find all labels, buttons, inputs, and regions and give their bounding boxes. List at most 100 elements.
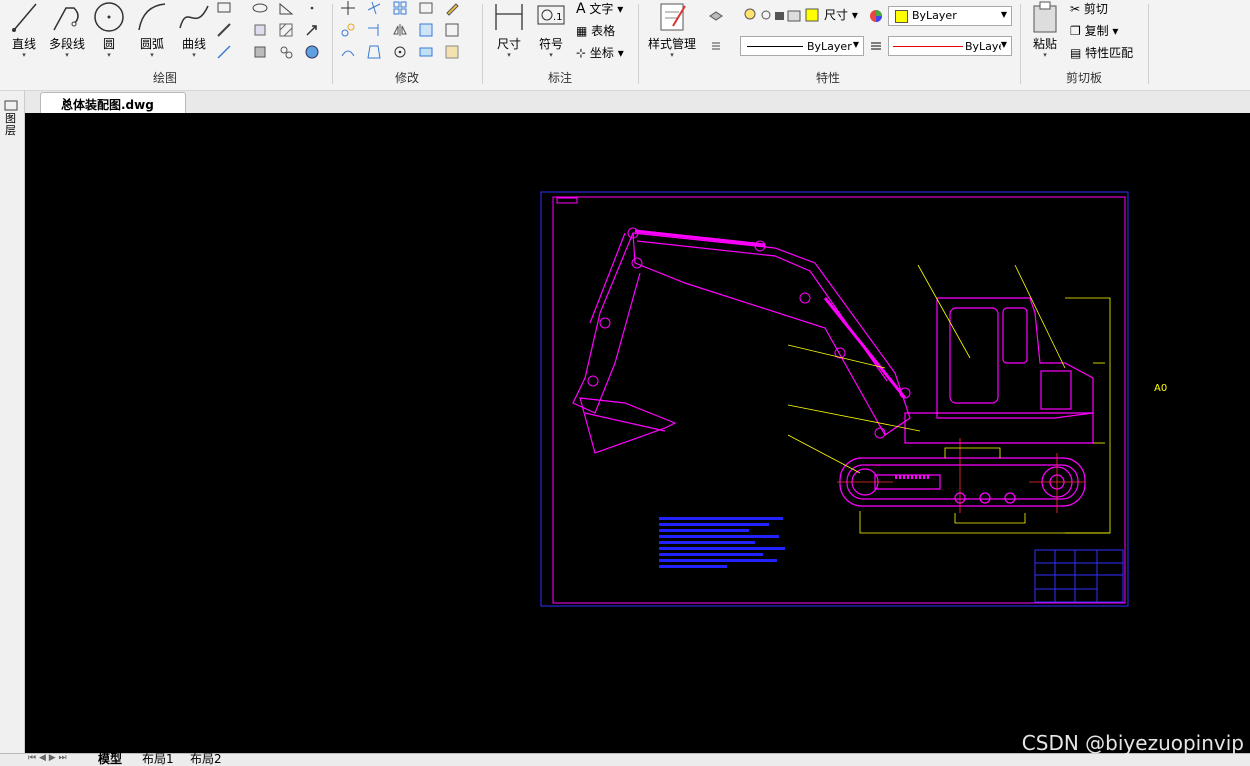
tab-layout2[interactable]: 布局2 [190, 753, 222, 766]
copy-button[interactable]: ❐ 复制 ▾ [1070, 22, 1118, 39]
arc-icon [138, 3, 166, 31]
layer-state-icons[interactable] [742, 6, 822, 27]
symbol-button[interactable]: .1 符号 ▾ [534, 0, 568, 59]
copy-object-icon[interactable] [340, 22, 356, 38]
drawing-canvas[interactable]: A0 [25, 113, 1250, 753]
lineweight-icon[interactable] [868, 38, 884, 54]
layer-panel-icon[interactable] [2, 99, 22, 113]
close-icon[interactable]: × [61, 95, 180, 110]
edit-icon[interactable] [444, 0, 460, 16]
line-button[interactable]: 直线 ▾ [6, 0, 42, 59]
chevron-down-icon: ▼ [1000, 40, 1007, 49]
color-wheel-icon[interactable] [868, 8, 884, 24]
construction-line-icon[interactable] [216, 22, 232, 38]
hatch-icon[interactable] [278, 22, 294, 38]
polyline-button[interactable]: 多段线 ▾ [46, 0, 88, 59]
array-icon[interactable] [392, 0, 408, 16]
chamfer-icon[interactable] [278, 0, 294, 16]
table-button[interactable]: ▦ 表格 [576, 22, 615, 39]
size-dropdown[interactable]: 尺寸 ▾ [824, 6, 858, 23]
separator [332, 4, 333, 84]
centre-lines [837, 438, 1085, 513]
paste-icon [1033, 1, 1057, 33]
tab-nav-arrows-icon[interactable]: ⏮ ◀ ▶ ⏭ [28, 753, 67, 763]
move-icon[interactable] [340, 0, 356, 16]
ribbon: 直线 ▾ 多段线 ▾ 圆 ▾ 圆弧 ▾ 曲线 ▾ 绘图 修改 尺寸 ▾ .1 符… [0, 0, 1250, 91]
modify-group-label: 修改 [394, 71, 419, 85]
separator [638, 4, 639, 84]
linetype-preview [747, 46, 803, 47]
text-icon: A [576, 1, 586, 17]
separator [1020, 4, 1021, 84]
ellipse-icon[interactable] [252, 0, 268, 16]
dimensions [787, 264, 1111, 534]
break-icon[interactable] [366, 44, 382, 60]
stretch-icon[interactable] [418, 0, 434, 16]
arc-button[interactable]: 圆弧 ▾ [134, 0, 170, 59]
arc-label: 圆弧 [139, 37, 164, 51]
line-list-icon[interactable] [708, 38, 724, 54]
offset-icon[interactable] [340, 44, 356, 60]
point-icon[interactable] [304, 0, 320, 16]
curve-icon [179, 5, 209, 29]
linetype-combo[interactable]: ByLayer ▼ [740, 36, 864, 56]
symbol-icon: .1 [537, 5, 565, 25]
cad-drawing[interactable]: A0 [25, 113, 1250, 753]
coordinate-button[interactable]: ⊹ 坐标 ▾ [576, 44, 624, 61]
sheet-size-label: A0 [1154, 383, 1167, 394]
arrow-icon[interactable] [304, 22, 320, 38]
text-button[interactable]: A 文字 ▾ [576, 0, 623, 17]
group-icon[interactable] [278, 44, 294, 60]
layer-properties-icon[interactable] [708, 8, 724, 24]
circle-button[interactable]: 圆 ▾ [92, 0, 126, 59]
extend-icon[interactable] [366, 22, 382, 38]
explode-icon[interactable] [444, 22, 460, 38]
file-tab[interactable]: 总体装配图.dwg × [40, 92, 186, 114]
style-manager-label: 样式管理 [647, 37, 696, 51]
fillet-icon[interactable] [444, 44, 460, 60]
dimension-icon [495, 4, 523, 30]
svg-text:.1: .1 [553, 12, 563, 23]
lineweight-combo[interactable]: ByLayer▼ [888, 36, 1012, 56]
frame-tag [556, 197, 578, 204]
align-icon[interactable] [418, 44, 434, 60]
dimension-button[interactable]: 尺寸 ▾ [490, 0, 528, 59]
scale-icon[interactable] [418, 22, 434, 38]
layer-panel-label[interactable]: 图层 [5, 113, 19, 137]
separator [482, 4, 483, 84]
match-properties-button[interactable]: ▤ 特性匹配 [1070, 44, 1133, 61]
tab-layout1[interactable]: 布局1 [142, 753, 174, 766]
curve-label: 曲线 [181, 37, 206, 51]
clipboard-group-label: 剪切板 [1065, 71, 1102, 85]
text-label: 文字 [589, 2, 614, 16]
style-manager-icon [660, 3, 686, 31]
paste-label: 粘贴 [1032, 37, 1057, 51]
mirror-icon[interactable] [392, 22, 408, 38]
curve-button[interactable]: 曲线 ▾ [176, 0, 212, 59]
region-icon[interactable] [252, 22, 268, 38]
globe-icon[interactable] [304, 44, 320, 60]
size-label: 尺寸 [824, 8, 849, 22]
rectangle-icon[interactable] [216, 0, 232, 16]
ray-icon[interactable] [216, 44, 232, 60]
excavator-assembly [572, 229, 1094, 507]
polyline-icon [53, 7, 79, 31]
style-manager-button[interactable]: 样式管理 ▾ [644, 0, 700, 59]
tab-model[interactable]: 模型 [98, 753, 122, 766]
rotate-icon[interactable] [392, 44, 408, 60]
brush-icon: ▤ [1070, 46, 1082, 60]
coordinate-icon: ⊹ [576, 46, 587, 60]
annotate-group-label: 标注 [547, 71, 572, 85]
linetype-value: ByLayer [807, 40, 852, 53]
trim-icon[interactable] [366, 0, 382, 16]
block-icon[interactable] [252, 44, 268, 60]
circle-icon [94, 2, 124, 32]
table-label: 表格 [591, 24, 616, 38]
cut-button[interactable]: ✂ 剪切 [1070, 0, 1108, 17]
chevron-down-icon: ▼ [852, 40, 859, 49]
line-icon [12, 3, 37, 32]
coordinate-label: 坐标 [589, 46, 614, 60]
color-combo[interactable]: ByLayer ▼ [888, 6, 1012, 26]
paste-button[interactable]: 粘贴 ▾ [1026, 0, 1064, 59]
pin-joints [587, 227, 911, 439]
